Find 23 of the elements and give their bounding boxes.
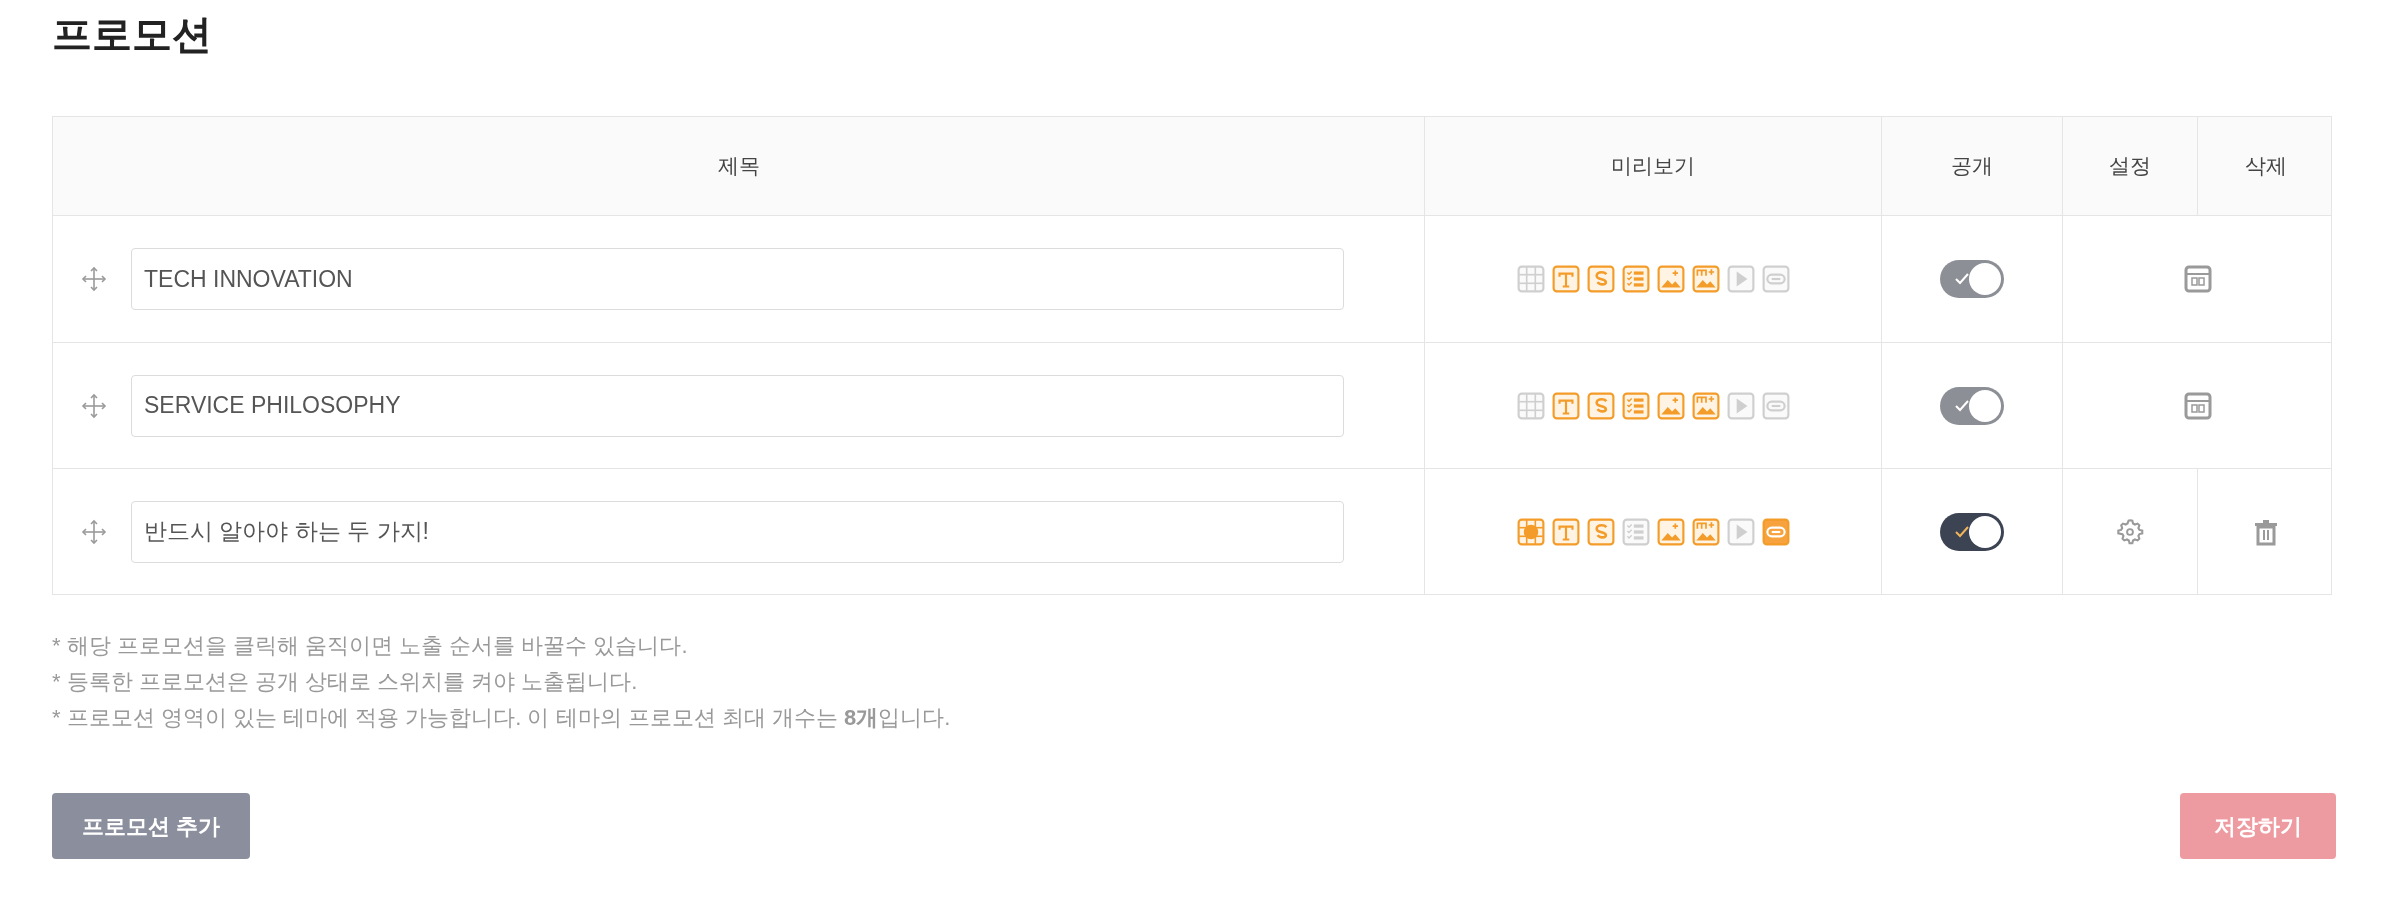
- settings-icon[interactable]: [2116, 517, 2144, 546]
- move-handle-icon[interactable]: [81, 518, 107, 545]
- title-input[interactable]: TECH INNOVATION: [131, 248, 1344, 310]
- move-handle-icon[interactable]: [81, 266, 107, 292]
- column-header: 삭제: [2244, 153, 2287, 180]
- toggle-switch[interactable]: [1940, 512, 2004, 551]
- note-text: * 해당 프로모션을 클릭해 움직이면 노출 순서를 바꿀수 있습니다.: [52, 632, 689, 660]
- switch-knob[interactable]: [1969, 515, 2001, 548]
- check-icon: [1954, 272, 1970, 286]
- note-text: * 등록한 프로모션은 공개 상태로 스위치를 켜야 노출됩니다.: [52, 668, 639, 696]
- check-icon: [1954, 398, 1970, 413]
- check-icon: [1954, 524, 1970, 539]
- column-header: 공개: [1951, 153, 1993, 180]
- page-title: 프로모션: [52, 11, 213, 58]
- layout-icon[interactable]: [2184, 265, 2212, 293]
- layout-icon[interactable]: [2184, 391, 2212, 420]
- note-text: * 프로모션 영역이 있는 테마에 적용 가능합니다. 이 테마의 프로모션 최대 개수는 8개입니다.: [52, 704, 952, 732]
- column-header: 미리보기: [1611, 153, 1695, 180]
- column-header: 제목: [717, 153, 760, 180]
- column-header: 설정: [2109, 153, 2151, 180]
- move-handle-icon[interactable]: [81, 392, 107, 419]
- title-input[interactable]: SERVICE PHILOSOPHY: [131, 374, 1344, 437]
- title-input[interactable]: 반드시 알아야 하는 두 가지!: [131, 500, 1344, 563]
